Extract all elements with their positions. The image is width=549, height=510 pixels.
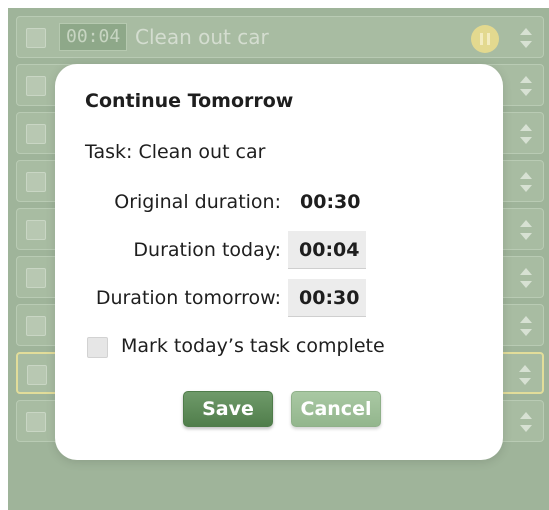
cancel-button[interactable]: Cancel bbox=[291, 391, 381, 427]
sort-arrows-icon[interactable] bbox=[519, 170, 533, 194]
mark-complete-label[interactable]: Mark today’s task complete bbox=[121, 335, 385, 357]
task-checkbox[interactable] bbox=[27, 365, 47, 385]
mark-complete-checkbox[interactable] bbox=[87, 337, 108, 358]
task-checkbox[interactable] bbox=[26, 268, 46, 288]
duration-tomorrow-field[interactable]: 00:30 bbox=[288, 279, 366, 317]
duration-today-label: Duration today: bbox=[133, 239, 281, 261]
task-checkbox[interactable] bbox=[26, 124, 46, 144]
sort-arrows-icon[interactable] bbox=[519, 74, 533, 98]
duration-today-field[interactable]: 00:04 bbox=[288, 231, 366, 269]
original-duration-label: Original duration: bbox=[114, 191, 281, 213]
task-checkbox[interactable] bbox=[26, 76, 46, 96]
dialog-task-name: Task: Clean out car bbox=[85, 141, 266, 163]
duration-tomorrow-label: Duration tomorrow: bbox=[95, 287, 281, 309]
dialog-title: Continue Tomorrow bbox=[85, 90, 294, 112]
sort-arrows-icon[interactable] bbox=[519, 218, 533, 242]
sort-arrows-icon[interactable] bbox=[519, 410, 533, 434]
sort-arrows-icon[interactable] bbox=[519, 122, 533, 146]
sort-arrows-icon[interactable] bbox=[518, 363, 532, 387]
sort-arrows-icon[interactable] bbox=[519, 314, 533, 338]
continue-tomorrow-dialog: Continue Tomorrow Task: Clean out car Or… bbox=[55, 64, 503, 460]
task-title: Clean out car bbox=[135, 25, 269, 49]
task-checkbox[interactable] bbox=[26, 172, 46, 192]
task-row-active[interactable]: 00:04 Clean out car bbox=[16, 16, 544, 58]
task-timer: 00:04 bbox=[59, 23, 128, 51]
task-checkbox[interactable] bbox=[26, 28, 46, 48]
pause-icon bbox=[480, 33, 490, 45]
task-checkbox[interactable] bbox=[26, 220, 46, 240]
original-duration-value: 00:30 bbox=[300, 191, 361, 213]
task-checkbox[interactable] bbox=[26, 412, 46, 432]
sort-arrows-icon[interactable] bbox=[519, 266, 533, 290]
task-checkbox[interactable] bbox=[26, 316, 46, 336]
sort-arrows-icon[interactable] bbox=[519, 26, 533, 50]
pause-button[interactable] bbox=[471, 25, 499, 53]
save-button[interactable]: Save bbox=[183, 391, 273, 427]
